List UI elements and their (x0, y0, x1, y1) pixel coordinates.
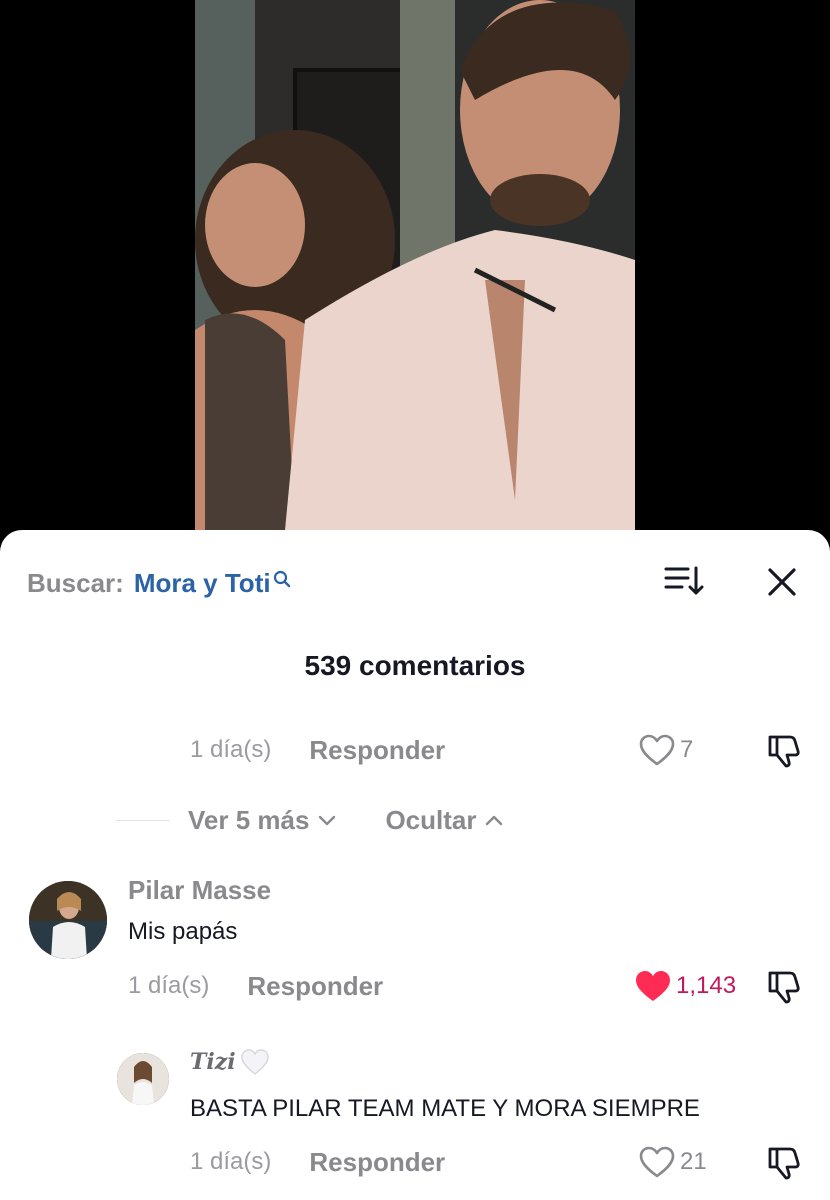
comment-like-button[interactable]: 1,143 (634, 966, 736, 1006)
comment-meta-row: 1 día(s) Responder (128, 966, 383, 1006)
reply-like-count: 21 (680, 1148, 707, 1175)
video-thumbnail (195, 0, 635, 530)
reply-username[interactable]: Tizi (190, 1048, 270, 1076)
reply-meta-row: 1 día(s) Responder (190, 730, 445, 770)
search-prefix: Buscar: (27, 567, 124, 598)
comments-sheet: Buscar: Mora y Toti 539 comentarios 1 dí… (0, 530, 830, 1200)
video-player[interactable] (0, 0, 830, 560)
reply-text: BASTA PILAR TEAM MATE Y MORA SIEMPRE (190, 1095, 700, 1122)
comment-like-count: 1,143 (676, 972, 737, 999)
comment-time: 1 día(s) (128, 972, 210, 999)
comment-text: Mis papás (128, 918, 238, 945)
chevron-up-icon (486, 815, 503, 826)
sort-icon[interactable] (664, 566, 704, 596)
avatar-image (29, 881, 107, 959)
comment-username[interactable]: Pilar Masse (128, 875, 271, 906)
reply-time: 1 día(s) (190, 1148, 272, 1175)
avatar[interactable] (117, 1053, 169, 1105)
video-frame[interactable] (195, 0, 635, 530)
replies-expand-row: Ver 5 más Ocultar (116, 800, 504, 840)
view-more-button[interactable]: Ver 5 más (188, 805, 337, 836)
heart-icon (639, 734, 675, 766)
comment-count: 539 comentarios (304, 650, 526, 681)
heart-icon (639, 1146, 675, 1178)
dislike-icon[interactable] (764, 967, 802, 1005)
reply-like-count: 7 (680, 736, 694, 763)
chevron-down-icon (319, 815, 336, 826)
avatar[interactable] (29, 881, 107, 959)
search-query-link[interactable]: Mora y Toti (134, 568, 271, 599)
search-suggestion[interactable]: Buscar: Mora y Toti (27, 566, 291, 600)
divider-line (116, 819, 170, 821)
avatar-image (117, 1053, 169, 1105)
white-heart-icon (240, 1049, 269, 1075)
reply-button[interactable]: Responder (309, 735, 445, 766)
view-more-label: Ver 5 más (188, 804, 310, 835)
reply-meta-row: 1 día(s) Responder (190, 1142, 445, 1182)
reply-username-text: Tizi (190, 1049, 236, 1075)
hide-label: Ocultar (385, 804, 477, 835)
reply-button[interactable]: Responder (247, 971, 383, 1002)
search-icon (273, 564, 291, 588)
hide-replies-button[interactable]: Ocultar (385, 805, 504, 836)
reply-button[interactable]: Responder (309, 1147, 445, 1178)
close-icon[interactable] (766, 566, 798, 598)
heart-filled-icon (636, 971, 670, 1001)
reply-like-button[interactable]: 7 (638, 730, 693, 770)
reply-like-button[interactable]: 21 (638, 1142, 707, 1182)
dislike-icon[interactable] (764, 1143, 802, 1181)
reply-time: 1 día(s) (190, 736, 272, 763)
dislike-icon[interactable] (764, 731, 802, 769)
